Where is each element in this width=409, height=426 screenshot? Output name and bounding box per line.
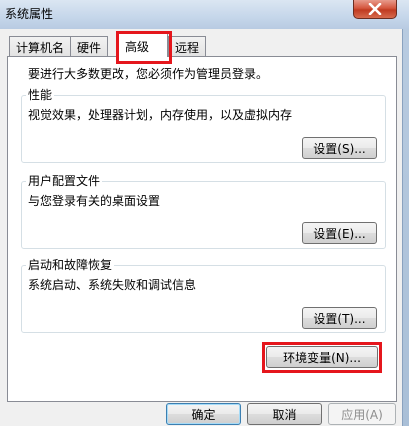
startup-recovery-description: 系统启动、系统失败和调试信息 bbox=[28, 278, 197, 292]
tab-remote[interactable]: 远程 bbox=[168, 36, 207, 56]
close-button[interactable] bbox=[353, 0, 397, 19]
cancel-button[interactable]: 取消 bbox=[247, 403, 322, 425]
environment-variables-button[interactable]: 环境变量(N)... bbox=[266, 346, 378, 368]
tab-hardware[interactable]: 硬件 bbox=[70, 36, 109, 56]
title-bar: 系统属性 bbox=[0, 0, 409, 29]
tab-computer-name[interactable]: 计算机名 bbox=[9, 36, 72, 56]
performance-description: 视觉效果，处理器计划，内存使用，以及虚拟内存 bbox=[28, 108, 293, 122]
group-user-profiles: 用户配置文件 与您登录有关的桌面设置 设置(E)... bbox=[21, 174, 386, 249]
group-user-profiles-legend: 用户配置文件 bbox=[26, 174, 103, 188]
user-profiles-settings-button[interactable]: 设置(E)... bbox=[302, 222, 377, 244]
user-profiles-description: 与您登录有关的桌面设置 bbox=[28, 194, 161, 208]
window-title: 系统属性 bbox=[5, 7, 54, 21]
ok-button[interactable]: 确定 bbox=[166, 403, 241, 425]
startup-recovery-settings-button[interactable]: 设置(T)... bbox=[302, 307, 377, 329]
performance-settings-button[interactable]: 设置(S)... bbox=[302, 137, 377, 159]
tab-advanced[interactable]: 高级 bbox=[118, 33, 168, 57]
group-performance: 性能 视觉效果，处理器计划，内存使用，以及虚拟内存 设置(S)... bbox=[21, 88, 386, 163]
apply-button[interactable]: 应用(A) bbox=[328, 403, 396, 425]
group-startup-recovery: 启动和故障恢复 系统启动、系统失败和调试信息 设置(T)... bbox=[21, 258, 386, 333]
group-performance-legend: 性能 bbox=[26, 88, 55, 102]
group-startup-recovery-legend: 启动和故障恢复 bbox=[26, 258, 115, 272]
close-icon bbox=[368, 3, 382, 15]
